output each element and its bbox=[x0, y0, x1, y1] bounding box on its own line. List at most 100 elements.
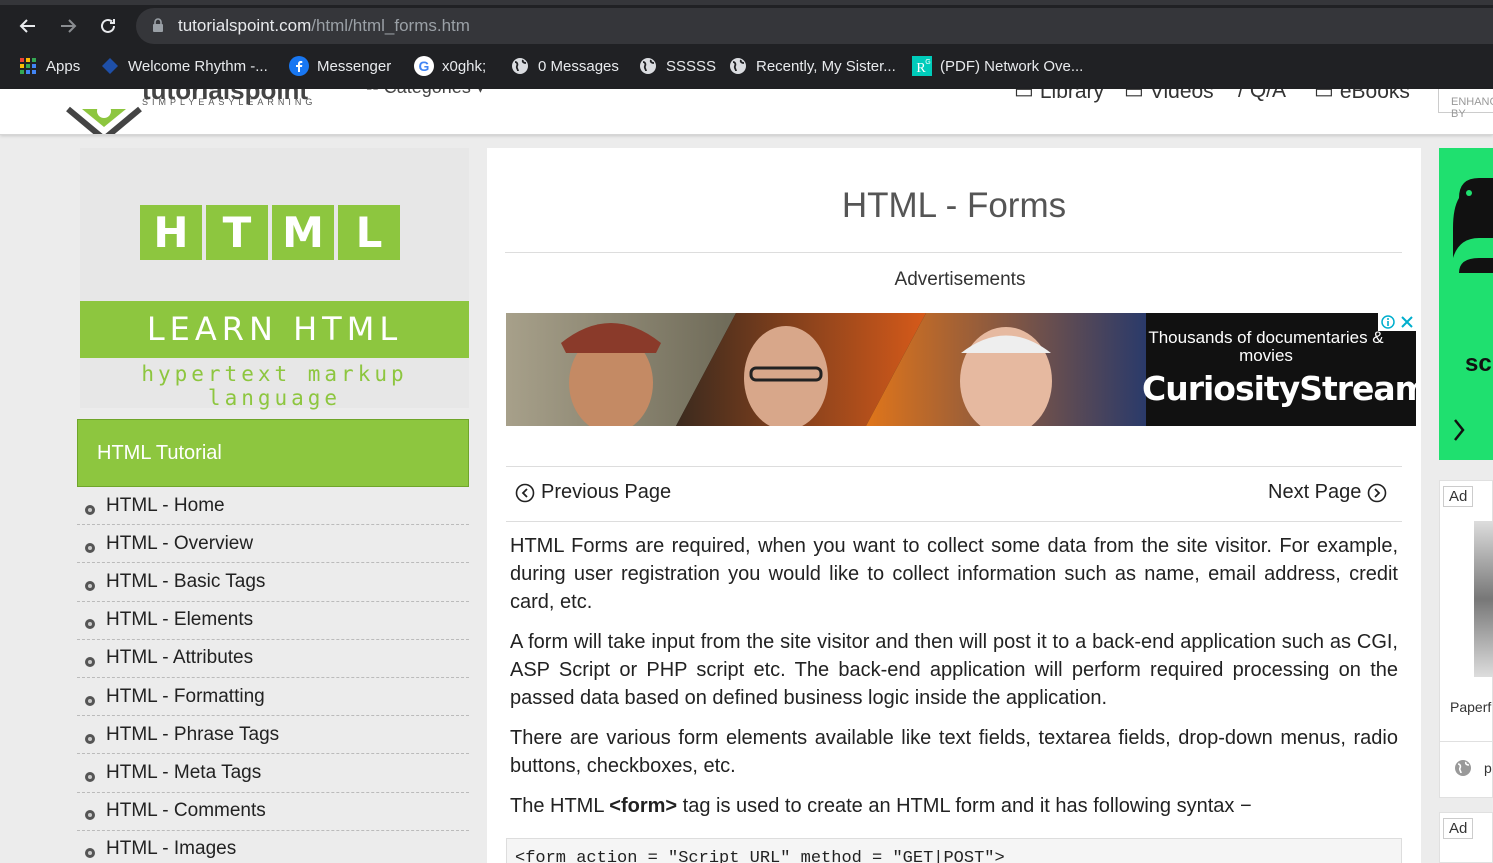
code-line: <form action = "Script URL" method = "GE… bbox=[515, 849, 1005, 863]
chevron-down-icon: ▾ bbox=[471, 89, 485, 97]
ad-label: Ad bbox=[1443, 486, 1474, 507]
library-icon: ▭ bbox=[1014, 89, 1034, 103]
tutorial-toc: HTML - Home HTML - Overview HTML - Basic… bbox=[77, 487, 469, 863]
paragraph: There are various form elements availabl… bbox=[510, 727, 1398, 777]
banner-letter: M bbox=[272, 205, 334, 260]
banner-letter: H bbox=[140, 205, 202, 260]
ad-brand: CuriosityStream bbox=[1142, 369, 1416, 408]
tab-strip bbox=[0, 0, 1493, 5]
diamond-icon bbox=[100, 56, 120, 76]
bookmark-apps[interactable]: Apps bbox=[18, 52, 80, 80]
toc-item-label: HTML - Basic Tags bbox=[106, 570, 266, 592]
bullet-icon bbox=[85, 771, 95, 782]
toc-item-label: HTML - Attributes bbox=[106, 647, 254, 669]
bookmark-welcome-rhythm[interactable]: Welcome Rhythm -... bbox=[100, 52, 268, 80]
right-ad-banner[interactable]: sc bbox=[1439, 148, 1493, 460]
bullet-icon bbox=[85, 504, 95, 515]
tutorial-heading[interactable]: HTML Tutorial bbox=[77, 419, 469, 487]
right-ad-text: sc bbox=[1465, 350, 1492, 377]
toc-item[interactable]: HTML - Home bbox=[77, 487, 469, 526]
toc-item[interactable]: HTML - Formatting bbox=[77, 678, 469, 717]
bookmark-label: (PDF) Network Ove... bbox=[940, 57, 1084, 75]
bullet-icon bbox=[85, 695, 95, 706]
lock-icon[interactable] bbox=[152, 18, 164, 33]
bullet-icon bbox=[85, 619, 95, 630]
info-icon[interactable] bbox=[1381, 315, 1395, 329]
nav-qa[interactable]: / Q/A bbox=[1238, 89, 1286, 103]
categories-menu[interactable]: ▪▪ Categories ▾ bbox=[366, 89, 485, 98]
reload-button[interactable] bbox=[94, 12, 122, 40]
chevron-right-circle-icon bbox=[1368, 483, 1387, 502]
forward-button[interactable] bbox=[54, 12, 82, 40]
book-icon: ▭ bbox=[1314, 89, 1334, 103]
bookmark-messenger[interactable]: Messenger bbox=[289, 52, 391, 80]
right-ad-card[interactable]: Ad bbox=[1439, 812, 1493, 863]
toc-item[interactable]: HTML - Meta Tags bbox=[77, 754, 469, 793]
toc-item-label: HTML - Elements bbox=[106, 609, 254, 631]
nav-ebooks-label: eBooks bbox=[1339, 89, 1410, 103]
toc-item-label: HTML - Images bbox=[106, 838, 237, 860]
banner-letter: L bbox=[338, 205, 400, 260]
bullet-icon bbox=[85, 657, 95, 668]
researchgate-icon: RG bbox=[912, 56, 932, 76]
address-bar[interactable]: tutorialspoint.com/html/html_forms.htm bbox=[136, 8, 1493, 44]
curiositystream-ad[interactable]: Thousands of documentaries & movies Curi… bbox=[506, 313, 1416, 426]
toc-item[interactable]: HTML - Phrase Tags bbox=[77, 716, 469, 755]
bookmark-sssss[interactable]: SSSSS bbox=[638, 52, 716, 80]
advertisements-label: Advertisements bbox=[894, 269, 1026, 290]
arrow-right-icon bbox=[61, 19, 77, 33]
back-button[interactable] bbox=[14, 12, 42, 40]
toc-item-label: HTML - Comments bbox=[106, 800, 266, 822]
banner-letter: T bbox=[206, 205, 268, 260]
toc-item[interactable]: HTML - Overview bbox=[77, 525, 469, 564]
close-icon[interactable] bbox=[1401, 316, 1413, 328]
google-icon: G bbox=[414, 56, 434, 76]
search-box[interactable]: ENHANCED BY bbox=[1438, 89, 1493, 120]
divider bbox=[505, 252, 1402, 253]
bookmark-label: Apps bbox=[46, 57, 81, 75]
toc-item[interactable]: HTML - Basic Tags bbox=[77, 563, 469, 602]
syntax-text: tag is used to create an HTML form and i… bbox=[677, 795, 1252, 817]
ad-product-image bbox=[1474, 521, 1493, 677]
divider bbox=[506, 466, 1402, 467]
toc-item[interactable]: HTML - Comments bbox=[77, 793, 469, 831]
right-ad-card[interactable]: Ad Paperf p bbox=[1439, 480, 1493, 798]
ad-link[interactable]: p bbox=[1454, 759, 1492, 777]
tutorialspoint-logo[interactable] bbox=[64, 89, 144, 134]
nav-videos[interactable]: ▭ Videos bbox=[1124, 89, 1214, 104]
ad-tagline: Thousands of documentaries & movies bbox=[1148, 328, 1384, 365]
nav-library-label: Library bbox=[1039, 89, 1105, 103]
video-icon: ▭ bbox=[1124, 89, 1144, 103]
toc-item[interactable]: HTML - Elements bbox=[77, 602, 469, 640]
bookmark-x0ghk[interactable]: G x0ghk; bbox=[414, 52, 486, 80]
next-page-link[interactable]: Next Page bbox=[1268, 481, 1387, 504]
bullet-icon bbox=[85, 733, 95, 744]
svg-text:G: G bbox=[419, 58, 430, 74]
toc-item-label: HTML - Formatting bbox=[106, 685, 265, 707]
url-text[interactable]: tutorialspoint.com/html/html_forms.htm bbox=[178, 16, 470, 36]
toc-item[interactable]: HTML - Images bbox=[77, 831, 469, 863]
nav-ebooks[interactable]: ▭ eBooks bbox=[1314, 89, 1410, 104]
bullet-icon bbox=[85, 810, 95, 821]
bookmarks-bar: Apps Welcome Rhythm -... Messenger G x0g… bbox=[0, 52, 1493, 80]
page-title: HTML - Forms bbox=[841, 186, 1067, 225]
ad-choices[interactable] bbox=[1378, 313, 1416, 331]
nav-library[interactable]: ▭ Library bbox=[1014, 89, 1104, 104]
code-block: <form action = "Script URL" method = "GE… bbox=[506, 838, 1402, 863]
toc-item[interactable]: HTML - Attributes bbox=[77, 640, 469, 678]
bookmark-recently-my-sister[interactable]: Recently, My Sister... bbox=[728, 52, 896, 80]
globe-icon bbox=[728, 56, 748, 76]
nav-qa-label: Q/A bbox=[1249, 89, 1287, 102]
apps-grid-icon bbox=[18, 56, 38, 76]
svg-text:G: G bbox=[925, 59, 930, 66]
url-path: /html/html_forms.htm bbox=[311, 16, 470, 35]
toc-item-label: HTML - Overview bbox=[106, 532, 254, 554]
syntax-paragraph: The HTML <form> tag is used to create an… bbox=[510, 792, 1398, 820]
arrow-left-icon bbox=[19, 19, 35, 33]
bookmark-0-messages[interactable]: 0 Messages bbox=[510, 52, 619, 80]
bookmark-label: Welcome Rhythm -... bbox=[128, 57, 268, 75]
bookmark-pdf-network[interactable]: RG (PDF) Network Ove... bbox=[912, 52, 1083, 80]
previous-page-link[interactable]: Previous Page bbox=[515, 481, 671, 504]
bookmark-label: Messenger bbox=[317, 57, 392, 75]
bookmark-label: Recently, My Sister... bbox=[756, 57, 896, 75]
